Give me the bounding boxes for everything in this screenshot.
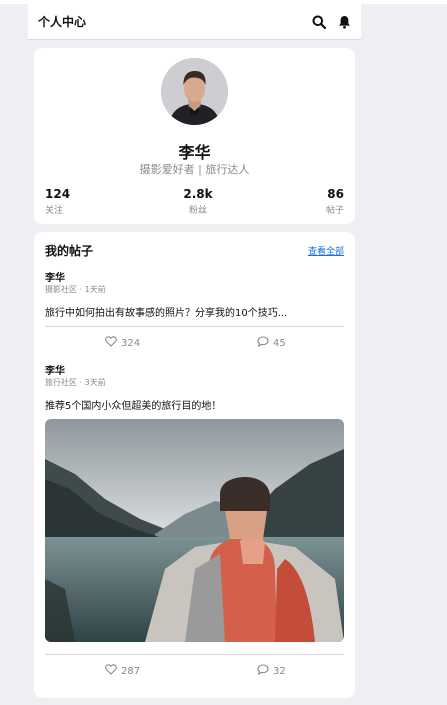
post-author[interactable]: 李华 <box>45 269 65 284</box>
stat-label: 粉丝 <box>189 206 208 216</box>
comment-count: 45 <box>273 337 286 349</box>
stat-value: 86 <box>327 187 344 201</box>
stat-label: 关注 <box>45 206 64 216</box>
app-header: 个人中心 <box>28 4 361 40</box>
stat-label: 帖子 <box>325 206 344 216</box>
like-count: 287 <box>121 665 141 677</box>
post-author[interactable]: 李华 <box>45 362 65 377</box>
heart-icon <box>105 336 117 350</box>
profile-bio: 摄影爱好者 | 旅行达人 <box>139 163 250 176</box>
stat-value: 124 <box>45 187 71 201</box>
profile-name: 李华 <box>178 143 211 162</box>
stat-following[interactable]: 124 关注 <box>45 187 70 216</box>
page-title: 个人中心 <box>38 15 87 29</box>
comment-icon <box>257 664 269 678</box>
like-button[interactable]: 324 <box>105 336 140 350</box>
stat-followers[interactable]: 2.8k 粉丝 <box>183 187 212 216</box>
bell-icon[interactable] <box>338 15 351 29</box>
profile-stats: 124 关注 2.8k 粉丝 86 帖子 <box>45 187 344 216</box>
avatar[interactable] <box>161 58 228 125</box>
like-count: 324 <box>121 337 141 349</box>
divider <box>45 326 344 327</box>
stat-value: 2.8k <box>183 187 213 201</box>
comment-button[interactable]: 45 <box>257 336 286 350</box>
stat-posts[interactable]: 86 帖子 <box>326 187 344 216</box>
search-icon[interactable] <box>312 15 326 29</box>
post-image[interactable] <box>45 419 344 642</box>
post-text[interactable]: 旅行中如何拍出有故事感的照片？分享我的10个技巧... <box>45 304 287 319</box>
header-actions <box>312 15 351 29</box>
comment-button[interactable]: 32 <box>257 664 286 678</box>
post-meta: 旅行社区 · 3天前 <box>45 378 106 387</box>
like-button[interactable]: 287 <box>105 664 140 678</box>
post-text[interactable]: 推荐5个国内小众但超美的旅行目的地！ <box>45 397 221 412</box>
post-meta: 摄影社区 · 1天前 <box>45 285 106 294</box>
comment-count: 32 <box>273 665 286 677</box>
divider <box>45 654 344 655</box>
posts-card: 我的帖子 查看全部 李华 摄影社区 · 1天前 旅行中如何拍出有故事感的照片？分… <box>34 232 355 698</box>
heart-icon <box>105 664 117 678</box>
comment-icon <box>257 336 269 350</box>
profile-card: 李华 摄影爱好者 | 旅行达人 124 关注 2.8k 粉丝 86 帖子 <box>34 48 355 224</box>
posts-section-title: 我的帖子 <box>45 244 94 258</box>
view-all-link[interactable]: 查看全部 <box>308 244 344 257</box>
